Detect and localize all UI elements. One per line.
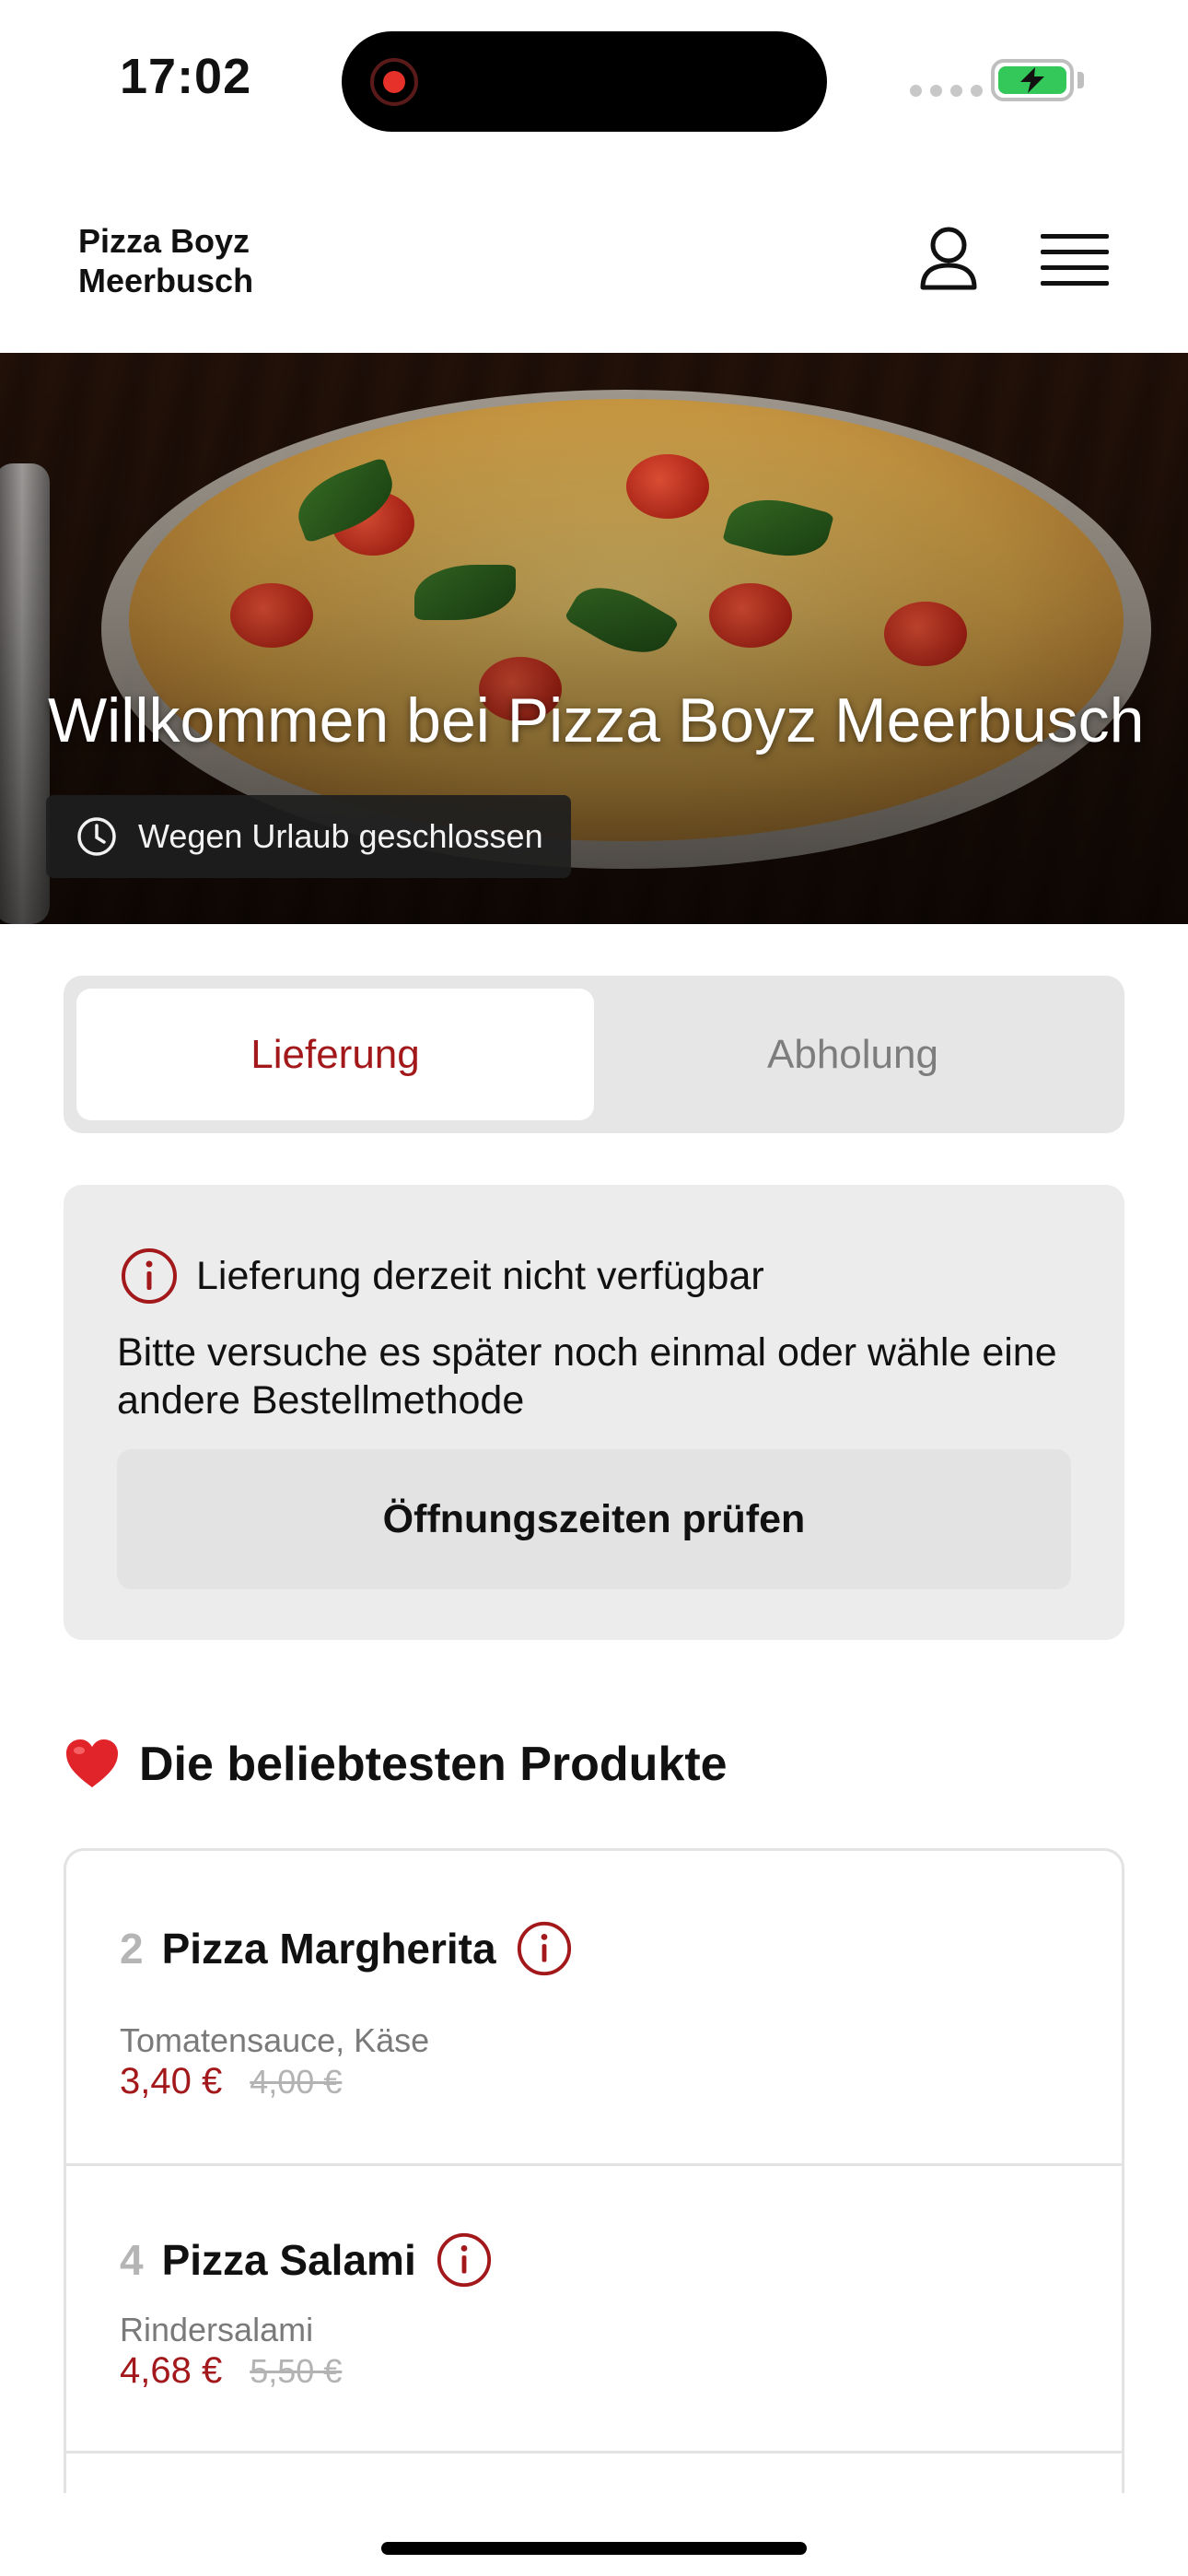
product-info-icon[interactable] (515, 1919, 574, 1978)
menu-line (1041, 281, 1109, 286)
menu-line (1041, 234, 1109, 239)
info-icon (122, 1248, 177, 1304)
product-number: 4 (120, 2236, 144, 2284)
product-item[interactable]: 4 Pizza Salami Rindersalami 4,68 € 5,50 … (66, 2166, 1122, 2453)
battery-icon (991, 59, 1074, 101)
product-price: 3,40 € (120, 2061, 223, 2102)
product-list: 2 Pizza Margherita Tomatensauce, Käse 3,… (64, 1848, 1124, 2493)
cellular-signal-icon (910, 85, 983, 97)
clock-icon (77, 817, 116, 856)
hero-banner: Willkommen bei Pizza Boyz Meerbusch Wege… (0, 353, 1188, 924)
opening-status-badge: Wegen Urlaub geschlossen (46, 795, 571, 878)
heart-icon (66, 1739, 118, 1787)
product-description: Rindersalami (120, 2311, 314, 2348)
product-prices: 3,40 € 4,00 € (120, 2061, 342, 2102)
notice-text: Bitte versuche es später noch einmal ode… (117, 1330, 1057, 1423)
notice-header: Lieferung derzeit nicht verfügbar (119, 1246, 764, 1306)
menu-button[interactable] (1041, 223, 1109, 297)
section-title: Die beliebtesten Produkte (139, 1738, 728, 1791)
notice-title: Lieferung derzeit nicht verfügbar (196, 1253, 764, 1298)
product-item[interactable]: 2 Pizza Margherita Tomatensauce, Käse 3,… (66, 1851, 1122, 2166)
product-description: Tomatensauce, Käse (120, 2021, 430, 2059)
opening-status-text: Wegen Urlaub geschlossen (138, 817, 543, 855)
product-item-partial[interactable] (66, 2453, 1122, 2493)
product-old-price: 4,00 € (250, 2063, 343, 2101)
menu-line (1041, 265, 1109, 270)
product-price: 4,68 € (120, 2350, 223, 2391)
product-prices: 4,68 € 5,50 € (120, 2350, 342, 2392)
product-header: 4 Pizza Salami (120, 2231, 494, 2289)
user-icon (920, 227, 977, 290)
delivery-unavailable-notice: Lieferung derzeit nicht verfügbar Bitte … (64, 1185, 1124, 1640)
app-header: Pizza Boyz Meerbusch (0, 166, 1188, 353)
tab-pickup[interactable]: Abholung (594, 989, 1112, 1120)
tab-delivery[interactable]: Lieferung (76, 989, 594, 1120)
check-opening-hours-button[interactable]: Öffnungszeiten prüfen (117, 1449, 1071, 1589)
order-method-toggle: Lieferung Abholung (64, 976, 1124, 1133)
charging-bolt-icon (1020, 67, 1044, 93)
recording-indicator-icon (370, 58, 418, 106)
product-old-price: 5,50 € (250, 2352, 343, 2390)
brand-name[interactable]: Pizza Boyz Meerbusch (78, 221, 318, 300)
menu-line (1041, 250, 1109, 254)
product-name: Pizza Salami (161, 2236, 416, 2284)
product-number: 2 (120, 1925, 144, 1973)
battery-cap (1077, 72, 1084, 88)
status-bar: 17:02 (0, 0, 1188, 166)
popular-products-heading: Die beliebtesten Produkte (64, 1736, 728, 1793)
hero-title: Willkommen bei Pizza Boyz Meerbusch (48, 685, 1145, 755)
product-info-icon[interactable] (435, 2231, 494, 2289)
user-account-button[interactable] (912, 223, 985, 297)
product-header: 2 Pizza Margherita (120, 1919, 574, 1978)
product-name: Pizza Margherita (161, 1925, 496, 1973)
status-time: 17:02 (120, 49, 252, 104)
home-indicator[interactable] (381, 2542, 807, 2555)
